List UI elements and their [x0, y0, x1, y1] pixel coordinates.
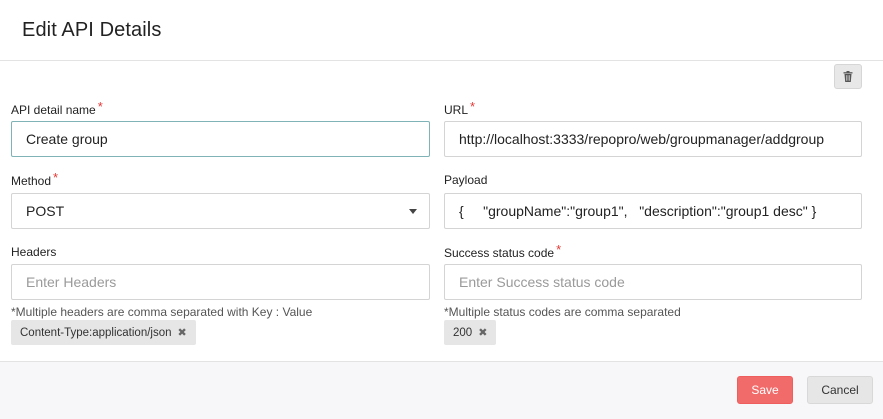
- required-mark: *: [556, 242, 562, 257]
- status-code-chip-text: 200: [453, 326, 473, 339]
- payload-label-text: Payload: [444, 173, 488, 187]
- payload-value: { "groupName":"group1", "description":"g…: [459, 203, 817, 219]
- method-select[interactable]: POST: [11, 193, 430, 229]
- headers-input[interactable]: Enter Headers: [11, 264, 430, 300]
- method-value: POST: [26, 203, 65, 219]
- required-mark: *: [97, 99, 103, 114]
- success-code-hint: *Multiple status codes are comma separat…: [444, 305, 681, 319]
- status-code-chip: 200 ✖: [444, 320, 497, 345]
- api-name-value: Create group: [26, 131, 108, 147]
- save-button[interactable]: Save: [737, 376, 793, 404]
- method-label-text: Method: [11, 174, 52, 188]
- success-code-label-text: Success status code: [444, 246, 555, 260]
- headers-placeholder: Enter Headers: [26, 274, 117, 290]
- chip-remove-icon[interactable]: ✖: [178, 326, 187, 339]
- api-name-input[interactable]: Create group: [11, 121, 430, 157]
- cancel-button[interactable]: Cancel: [807, 376, 873, 404]
- url-label: URL *: [444, 99, 476, 117]
- api-name-label-text: API detail name: [11, 103, 96, 117]
- url-label-text: URL: [444, 103, 469, 117]
- headers-label: Headers: [11, 245, 56, 259]
- delete-button[interactable]: [834, 64, 862, 89]
- headers-hint: *Multiple headers are comma separated wi…: [11, 305, 313, 319]
- modal-title: Edit API Details: [22, 19, 162, 41]
- url-value: http://localhost:3333/repopro/web/groupm…: [459, 131, 825, 147]
- url-input[interactable]: http://localhost:3333/repopro/web/groupm…: [444, 121, 862, 157]
- caret-down-icon: [409, 209, 417, 214]
- success-code-label: Success status code *: [444, 242, 562, 260]
- api-name-label: API detail name *: [11, 99, 103, 117]
- header-chip-text: Content-Type:application/json: [20, 326, 172, 339]
- chip-remove-icon[interactable]: ✖: [478, 326, 487, 339]
- headers-label-text: Headers: [11, 245, 57, 259]
- payload-input[interactable]: { "groupName":"group1", "description":"g…: [444, 193, 862, 229]
- required-mark: *: [53, 170, 59, 185]
- payload-label: Payload: [444, 173, 487, 187]
- method-label: Method *: [11, 170, 59, 188]
- success-code-placeholder: Enter Success status code: [459, 274, 625, 290]
- modal-header: Edit API Details: [0, 0, 883, 61]
- header-chip: Content-Type:application/json ✖: [11, 320, 196, 345]
- trash-icon: [843, 71, 853, 82]
- required-mark: *: [470, 99, 476, 114]
- success-code-input[interactable]: Enter Success status code: [444, 264, 862, 300]
